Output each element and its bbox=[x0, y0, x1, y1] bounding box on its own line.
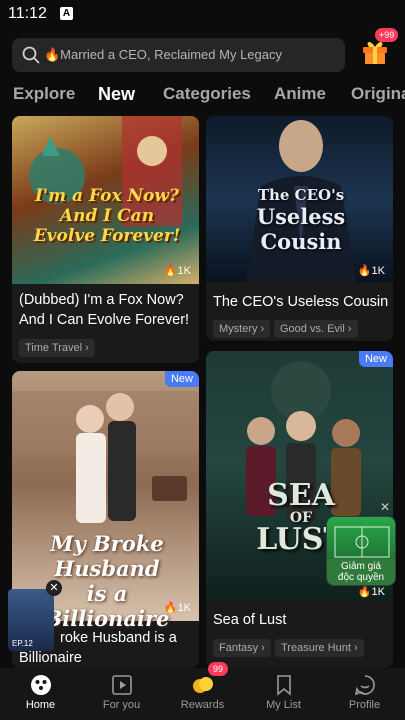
status-bar: 11:12 A bbox=[0, 0, 405, 28]
nav-label: For you bbox=[102, 699, 141, 711]
nav-rewards[interactable]: Rewards bbox=[162, 668, 243, 720]
search-placeholder: 🔥Married a CEO, Reclaimed My Legacy bbox=[44, 47, 282, 62]
tab-anime[interactable]: Anime bbox=[274, 84, 326, 104]
drama-card-sea-of-lust[interactable]: SEA OF LUST New 🔥1K Sea of Lust Fantasy … bbox=[206, 351, 393, 668]
notification-icon: A bbox=[60, 7, 73, 20]
tag-good-vs-evil[interactable]: Good vs. Evil › bbox=[274, 320, 358, 338]
home-icon bbox=[31, 675, 51, 695]
view-count: 🔥1K bbox=[163, 602, 191, 614]
card-title: (Dubbed) I'm a Fox Now? And I Can Evolve… bbox=[19, 292, 190, 328]
nav-for-you[interactable]: For you bbox=[81, 668, 162, 720]
tag-fantasy[interactable]: Fantasy › bbox=[213, 639, 271, 657]
poster-line: Useless Cousin bbox=[256, 204, 346, 254]
promo-label-line: Giảm giá bbox=[340, 561, 381, 572]
view-count: 🔥1K bbox=[357, 586, 385, 598]
tab-explore[interactable]: Explore bbox=[13, 84, 75, 104]
tag-mystery[interactable]: Mystery › bbox=[213, 320, 271, 338]
poster-line: I'm a Fox Now? bbox=[34, 186, 179, 206]
promo-label: Giảm giá độc quyền bbox=[327, 559, 395, 585]
nav-label: Profile bbox=[348, 699, 381, 711]
promo-image bbox=[327, 517, 395, 565]
poster-fox: I'm a Fox Now? And I Can Evolve Forever!… bbox=[12, 116, 199, 284]
view-count: 🔥1K bbox=[163, 265, 191, 277]
poster-line: My Broke Husband bbox=[50, 531, 164, 581]
view-count-value: 1K bbox=[371, 265, 385, 277]
poster-line: SEA bbox=[267, 478, 335, 513]
promo-close-icon[interactable]: ✕ bbox=[380, 500, 390, 514]
card-title: roke Husband is a bbox=[60, 630, 177, 646]
coins-icon bbox=[193, 677, 213, 693]
nav-my-list[interactable]: My List bbox=[243, 668, 324, 720]
tag-time-travel[interactable]: Time Travel › bbox=[19, 339, 95, 357]
search-input[interactable]: 🔥Married a CEO, Reclaimed My Legacy bbox=[12, 38, 345, 72]
status-time: 11:12 bbox=[8, 5, 47, 22]
search-icon bbox=[22, 46, 40, 64]
nav-label: My List bbox=[266, 699, 301, 711]
gift-badge: +99 bbox=[375, 28, 399, 42]
bookmark-icon bbox=[277, 675, 291, 696]
play-icon bbox=[112, 675, 132, 695]
poster-line: Evolve Forever! bbox=[33, 226, 181, 246]
nav-label: Home bbox=[25, 699, 56, 711]
mini-player-episode: EP.12 bbox=[12, 639, 33, 648]
nav-profile[interactable]: Profile bbox=[324, 668, 405, 720]
view-count-value: 1K bbox=[177, 602, 191, 614]
promo-banner[interactable]: Giảm giá độc quyền bbox=[326, 516, 396, 586]
poster-title-fox: I'm a Fox Now? And I Can Evolve Forever! bbox=[22, 186, 192, 246]
profile-icon bbox=[354, 675, 375, 696]
drama-card-fox[interactable]: I'm a Fox Now? And I Can Evolve Forever!… bbox=[12, 116, 199, 363]
poster-line: And I Can bbox=[59, 206, 155, 226]
view-count: 🔥1K bbox=[357, 265, 385, 277]
promo-label-line: độc quyền bbox=[337, 572, 385, 583]
nav-home[interactable]: Home bbox=[0, 668, 81, 720]
drama-card-ceo[interactable]: The CEO's Useless Cousin 🔥1K The CEO's U… bbox=[206, 116, 393, 341]
poster-ceo: The CEO's Useless Cousin 🔥1K bbox=[206, 116, 393, 282]
view-count-value: 1K bbox=[371, 586, 385, 598]
mini-player-close-icon[interactable]: ✕ bbox=[46, 580, 62, 596]
poster-billionaire: My Broke Husband is a Billionaire New 🔥1… bbox=[12, 371, 199, 631]
card-title-line2: Billionaire bbox=[19, 650, 82, 666]
nav-label: Rewards bbox=[180, 699, 225, 711]
card-title: Sea of Lust bbox=[213, 612, 287, 628]
rewards-badge: 99 bbox=[208, 662, 229, 676]
mini-player[interactable]: EP.12 bbox=[8, 589, 54, 651]
tab-categories[interactable]: Categories bbox=[163, 84, 251, 104]
new-badge: New bbox=[358, 351, 393, 367]
bottom-nav: Home For you Rewards My List Profile bbox=[0, 668, 405, 720]
poster-title-ceo: The CEO's Useless Cousin bbox=[216, 186, 386, 254]
tag-treasure-hunt[interactable]: Treasure Hunt › bbox=[275, 639, 364, 657]
tab-originals[interactable]: Origina bbox=[351, 84, 405, 104]
card-title: The CEO's Useless Cousin bbox=[213, 294, 389, 310]
view-count-value: 1K bbox=[177, 265, 191, 277]
new-badge: New bbox=[164, 371, 199, 387]
pitch-illustration bbox=[334, 526, 390, 558]
poster-line: The CEO's bbox=[257, 186, 345, 204]
category-tabs: Explore New Categories Anime Origina bbox=[0, 84, 405, 110]
tab-new[interactable]: New bbox=[98, 84, 135, 105]
